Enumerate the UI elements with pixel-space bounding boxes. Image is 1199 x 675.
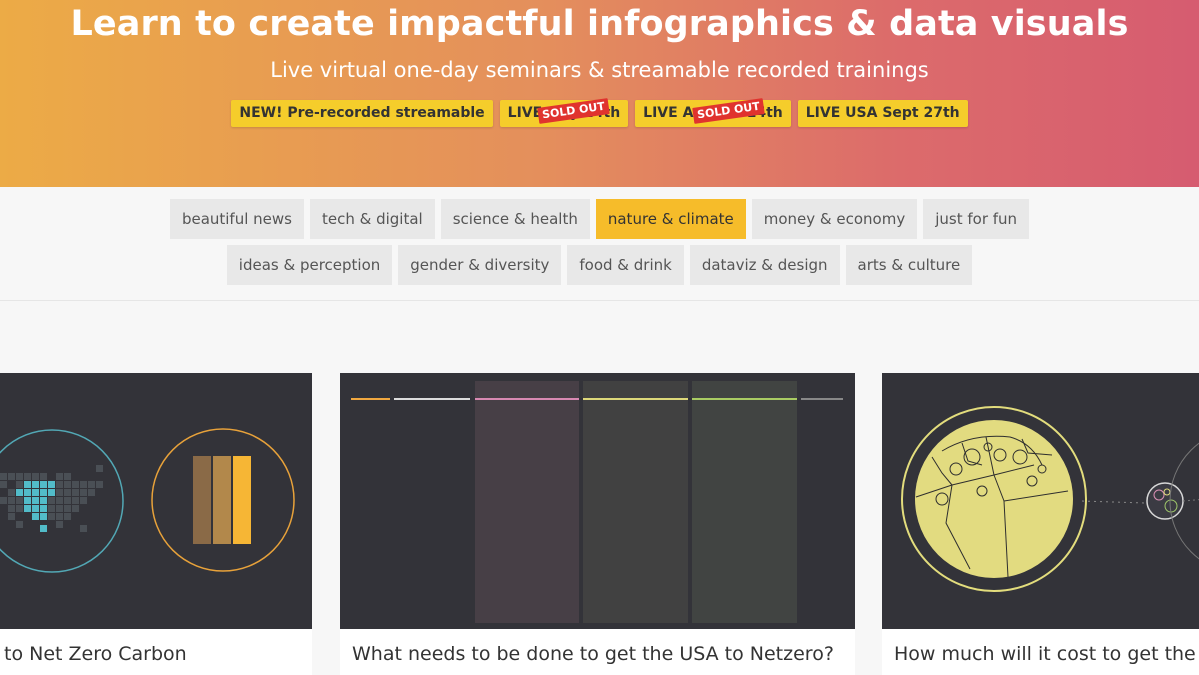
badge-live-may[interactable]: LIVE May 24thSOLD OUT	[499, 98, 629, 127]
tag-arts-culture[interactable]: arts & culture	[845, 245, 973, 285]
hero-title: Learn to create impactful infographics &…	[70, 4, 1129, 44]
tag-gender-diversity[interactable]: gender & diversity	[398, 245, 562, 285]
tag-tech-digital[interactable]: tech & digital	[309, 199, 435, 239]
tag-ideas-perception[interactable]: ideas & perception	[226, 245, 393, 285]
tag-food-drink[interactable]: food & drink	[567, 245, 684, 285]
card-title[interactable]: How much will it cost to get the USA	[894, 643, 1199, 665]
thumbnail-art	[351, 381, 843, 623]
hero-subtitle: Live virtual one-day seminars & streamab…	[270, 58, 929, 82]
tag-science-health[interactable]: science & health	[440, 199, 590, 239]
article-card[interactable]: What needs to be done to get the USA to …	[340, 373, 855, 675]
tag-just-for-fun[interactable]: just for fun	[923, 199, 1030, 239]
thumbnail-art	[901, 406, 1199, 592]
hero-banner: Learn to create impactful infographics &…	[0, 0, 1199, 187]
timeline-columns-graphic[interactable]	[340, 373, 855, 629]
seminar-badges: NEW! Pre-recorded streamable LIVE May 24…	[0, 98, 1199, 127]
badge-live-aus[interactable]: LIVE Aus Jun 14thSOLD OUT	[635, 98, 791, 127]
tag-money-economy[interactable]: money & economy	[751, 199, 918, 239]
voronoi-circle-graphic[interactable]	[882, 373, 1199, 629]
card-title[interactable]: to Net Zero Carbon	[4, 643, 187, 665]
category-row: ideas & perception gender & diversity fo…	[0, 245, 1199, 285]
tag-nature-climate[interactable]: nature & climate	[595, 199, 746, 239]
badge-prerecorded[interactable]: NEW! Pre-recorded streamable	[231, 100, 493, 127]
category-filter: beautiful news tech & digital science & …	[0, 187, 1199, 301]
badge-label: LIVE USA Sept 27th	[805, 105, 960, 121]
thumbnail-art	[0, 428, 295, 573]
badge-label: NEW! Pre-recorded streamable	[239, 105, 485, 121]
tag-beautiful-news[interactable]: beautiful news	[169, 199, 304, 239]
article-card[interactable]: How much will it cost to get the USA	[882, 373, 1199, 675]
badge-live-usa[interactable]: LIVE USA Sept 27th	[797, 100, 968, 127]
usa-map-and-bars-graphic[interactable]	[0, 373, 312, 629]
category-row: beautiful news tech & digital science & …	[0, 199, 1199, 239]
card-title[interactable]: What needs to be done to get the USA to …	[352, 643, 834, 665]
article-card[interactable]: to Net Zero Carbon	[0, 373, 312, 675]
tag-dataviz-design[interactable]: dataviz & design	[689, 245, 840, 285]
